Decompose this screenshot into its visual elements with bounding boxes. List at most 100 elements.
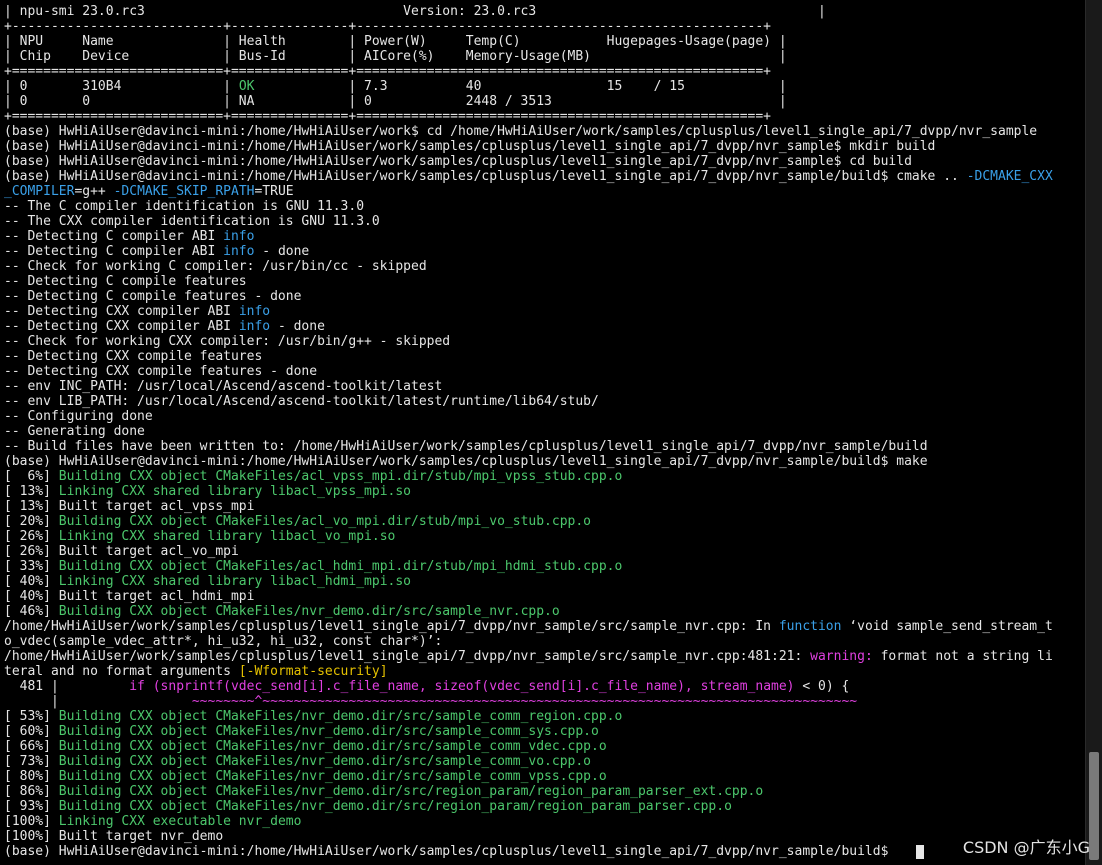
terminal-text-segment: info [223,244,255,259]
terminal-line: [ 93%] Building CXX object CMakeFiles/nv… [4,799,1080,814]
terminal-line: [ 86%] Building CXX object CMakeFiles/nv… [4,784,1080,799]
terminal-text-segment: -- Check for working C compiler: /usr/bi… [4,259,427,274]
terminal-text-segment: +===========================+===========… [4,64,772,79]
terminal-line: [ 46%] Building CXX object CMakeFiles/nv… [4,604,1080,619]
terminal-line: [ 73%] Building CXX object CMakeFiles/nv… [4,754,1080,769]
terminal-text-segment: info [238,319,271,334]
terminal-text-segment: [100%] [4,814,59,829]
terminal-line: -- Detecting CXX compiler ABI info [4,304,1080,319]
terminal-text-segment: [ 40%] Built target acl_hdmi_mpi [4,589,255,604]
terminal-text-segment: | npu-smi 23.0.rc3 Version: 23.0.rc3 | [4,4,826,19]
terminal-line: (base) HwHiAiUser@davinci-mini:/home/HwH… [4,154,1080,169]
terminal-text-segment: o_vdec(sample_vdec_attr*, hi_u32, hi_u32… [4,634,443,649]
terminal-text-segment: [ 13%] Built target acl_vpss_mpi [4,499,255,514]
terminal-line: [100%] Linking CXX executable nvr_demo [4,814,1080,829]
terminal-line: [ 66%] Building CXX object CMakeFiles/nv… [4,739,1080,754]
terminal-text-segment: Building CXX object CMakeFiles/nvr_demo.… [58,739,607,754]
terminal-line: | NPU Name | Health | Power(W) Temp(C) H… [4,34,1080,49]
terminal-line: teral and no format arguments [-Wformat-… [4,664,1080,679]
terminal-line: -- Check for working CXX compiler: /usr/… [4,334,1080,349]
terminal-text-segment: | Chip Device | Bus-Id | AICore(%) Memor… [4,49,787,64]
terminal-line: -- Build files have been written to: /ho… [4,439,1080,454]
terminal-text-segment: ~~~~~~~~^~~~~~~~~~~~~~~~~~~~~~~~~~~~~~~~… [129,694,858,709]
terminal-line: o_vdec(sample_vdec_attr*, hi_u32, hi_u32… [4,634,1080,649]
terminal-line: | npu-smi 23.0.rc3 Version: 23.0.rc3 | [4,4,1080,19]
terminal-text-segment: (base) HwHiAiUser@davinci-mini:/home/HwH… [4,169,967,184]
terminal-text-segment: Building CXX object CMakeFiles/nvr_demo.… [58,799,732,814]
terminal-text-segment: -- Configuring done [4,409,153,424]
terminal-text-segment: [ 13%] [4,484,59,499]
terminal-text-segment: [ 60%] [4,724,59,739]
terminal-text-segment: Building CXX object CMakeFiles/nvr_demo.… [58,784,764,799]
terminal-text-segment: -- The C compiler identification is GNU … [4,199,365,214]
terminal-text-segment: (base) HwHiAiUser@davinci-mini:/home/HwH… [4,139,936,154]
terminal-line: -- The C compiler identification is GNU … [4,199,1080,214]
terminal-line: (base) HwHiAiUser@davinci-mini:/home/HwH… [4,169,1080,184]
terminal-line: [ 33%] Building CXX object CMakeFiles/ac… [4,559,1080,574]
terminal-text-segment: -- Detecting CXX compile features - done [4,364,318,379]
terminal-line: 481 | if (snprintf(vdec_send[i].c_file_n… [4,679,1080,694]
terminal-line: [100%] Built target nvr_demo [4,829,1080,844]
terminal-text-segment: OK [238,79,255,94]
terminal-line: -- Detecting C compiler ABI info [4,229,1080,244]
terminal-text-segment: (base) HwHiAiUser@davinci-mini:/home/HwH… [4,454,928,469]
terminal-line: [ 53%] Building CXX object CMakeFiles/nv… [4,709,1080,724]
terminal-line: -- env LIB_PATH: /usr/local/Ascend/ascen… [4,394,1080,409]
terminal-text-segment: -- Detecting C compile features - done [4,289,302,304]
terminal-text-segment: -DCMAKE_SKIP_RPATH [113,184,255,199]
terminal-line: (base) HwHiAiUser@davinci-mini:/home/HwH… [4,139,1080,154]
terminal-line: [ 6%] Building CXX object CMakeFiles/acl… [4,469,1080,484]
terminal-text-segment: -- Generating done [4,424,145,439]
terminal-line: +---------------------------+-----------… [4,19,1080,34]
terminal-line: _COMPILER=g++ -DCMAKE_SKIP_RPATH=TRUE [4,184,1080,199]
terminal-line: [ 13%] Built target acl_vpss_mpi [4,499,1080,514]
terminal-text-segment: Building CXX object CMakeFiles/nvr_demo.… [58,769,607,784]
terminal-line: [ 80%] Building CXX object CMakeFiles/nv… [4,769,1080,784]
terminal-text-segment: teral and no format arguments [4,664,239,679]
terminal-text-segment: [ 40%] [4,574,59,589]
terminal-text-segment: (base) HwHiAiUser@davinci-mini:/home/HwH… [4,844,897,859]
terminal-text-segment: -- The CXX compiler identification is GN… [4,214,380,229]
terminal-text-segment: | NPU Name | Health | Power(W) Temp(C) H… [4,34,787,49]
terminal-text-segment: Building CXX object CMakeFiles/nvr_demo.… [58,724,599,739]
terminal-line: +===========================+===========… [4,64,1080,79]
terminal-text-segment: [ 66%] [4,739,59,754]
terminal-text-segment: [ 73%] [4,754,59,769]
terminal-text-segment: info [238,304,271,319]
terminal-text-segment: /home/HwHiAiUser/work/samples/cplusplus/… [4,649,811,664]
terminal-line: [ 40%] Built target acl_hdmi_mpi [4,589,1080,604]
terminal-line: /home/HwHiAiUser/work/samples/cplusplus/… [4,619,1080,634]
terminal-text-segment: [ 33%] [4,559,59,574]
terminal-text-segment: -- Detecting CXX compile features [4,349,263,364]
terminal-text-segment: /home/HwHiAiUser/work/samples/cplusplus/… [4,619,779,634]
terminal-line: [ 26%] Linking CXX shared library libacl… [4,529,1080,544]
terminal-line: -- Detecting CXX compiler ABI info - don… [4,319,1080,334]
scrollbar-thumb[interactable] [1089,752,1099,860]
terminal-window[interactable]: | npu-smi 23.0.rc3 Version: 23.0.rc3 | +-… [0,0,1102,865]
terminal-line: -- Detecting C compile features [4,274,1080,289]
terminal-line: [ 20%] Building CXX object CMakeFiles/ac… [4,514,1080,529]
terminal-text-segment: [ 53%] [4,709,59,724]
terminal-text-segment: Building CXX object CMakeFiles/acl_vo_mp… [58,514,592,529]
csdn-watermark: CSDN @广东小G [962,838,1090,857]
vertical-scrollbar[interactable] [1085,0,1102,865]
terminal-text-segment: -- Detecting CXX compiler ABI [4,304,239,319]
terminal-text-segment: [ 80%] [4,769,59,784]
terminal-text-segment: Building CXX object CMakeFiles/acl_vpss_… [58,469,623,484]
terminal-text-segment: Linking CXX shared library libacl_vo_mpi… [58,529,396,544]
terminal-text-segment: Linking CXX executable nvr_demo [58,814,302,829]
terminal-text-segment: +===========================+===========… [4,109,772,124]
terminal-text-segment: -- Detecting C compiler ABI [4,244,224,259]
terminal-line: -- Detecting CXX compile features - done [4,364,1080,379]
terminal-text-segment: -- env INC_PATH: /usr/local/Ascend/ascen… [4,379,443,394]
terminal-text-segment: Building CXX object CMakeFiles/nvr_demo.… [58,709,623,724]
terminal-line: -- Detecting C compile features - done [4,289,1080,304]
terminal-text-segment: [100%] Built target nvr_demo [4,829,224,844]
terminal-text-segment: -- Check for working CXX compiler: /usr/… [4,334,451,349]
terminal-text-segment: ‘void sample_send_stream_t [841,619,1053,634]
terminal-text-segment: if (snprintf(vdec_send[i].c_file_name, s… [129,679,795,694]
terminal-line: (base) HwHiAiUser@davinci-mini:/home/HwH… [4,124,1080,139]
terminal-text-segment: format not a string li [872,649,1053,664]
terminal-text-segment: | 0 0 | NA | 0 2448 / 3513 | [4,94,787,109]
terminal-text-segment: =TRUE [254,184,294,199]
